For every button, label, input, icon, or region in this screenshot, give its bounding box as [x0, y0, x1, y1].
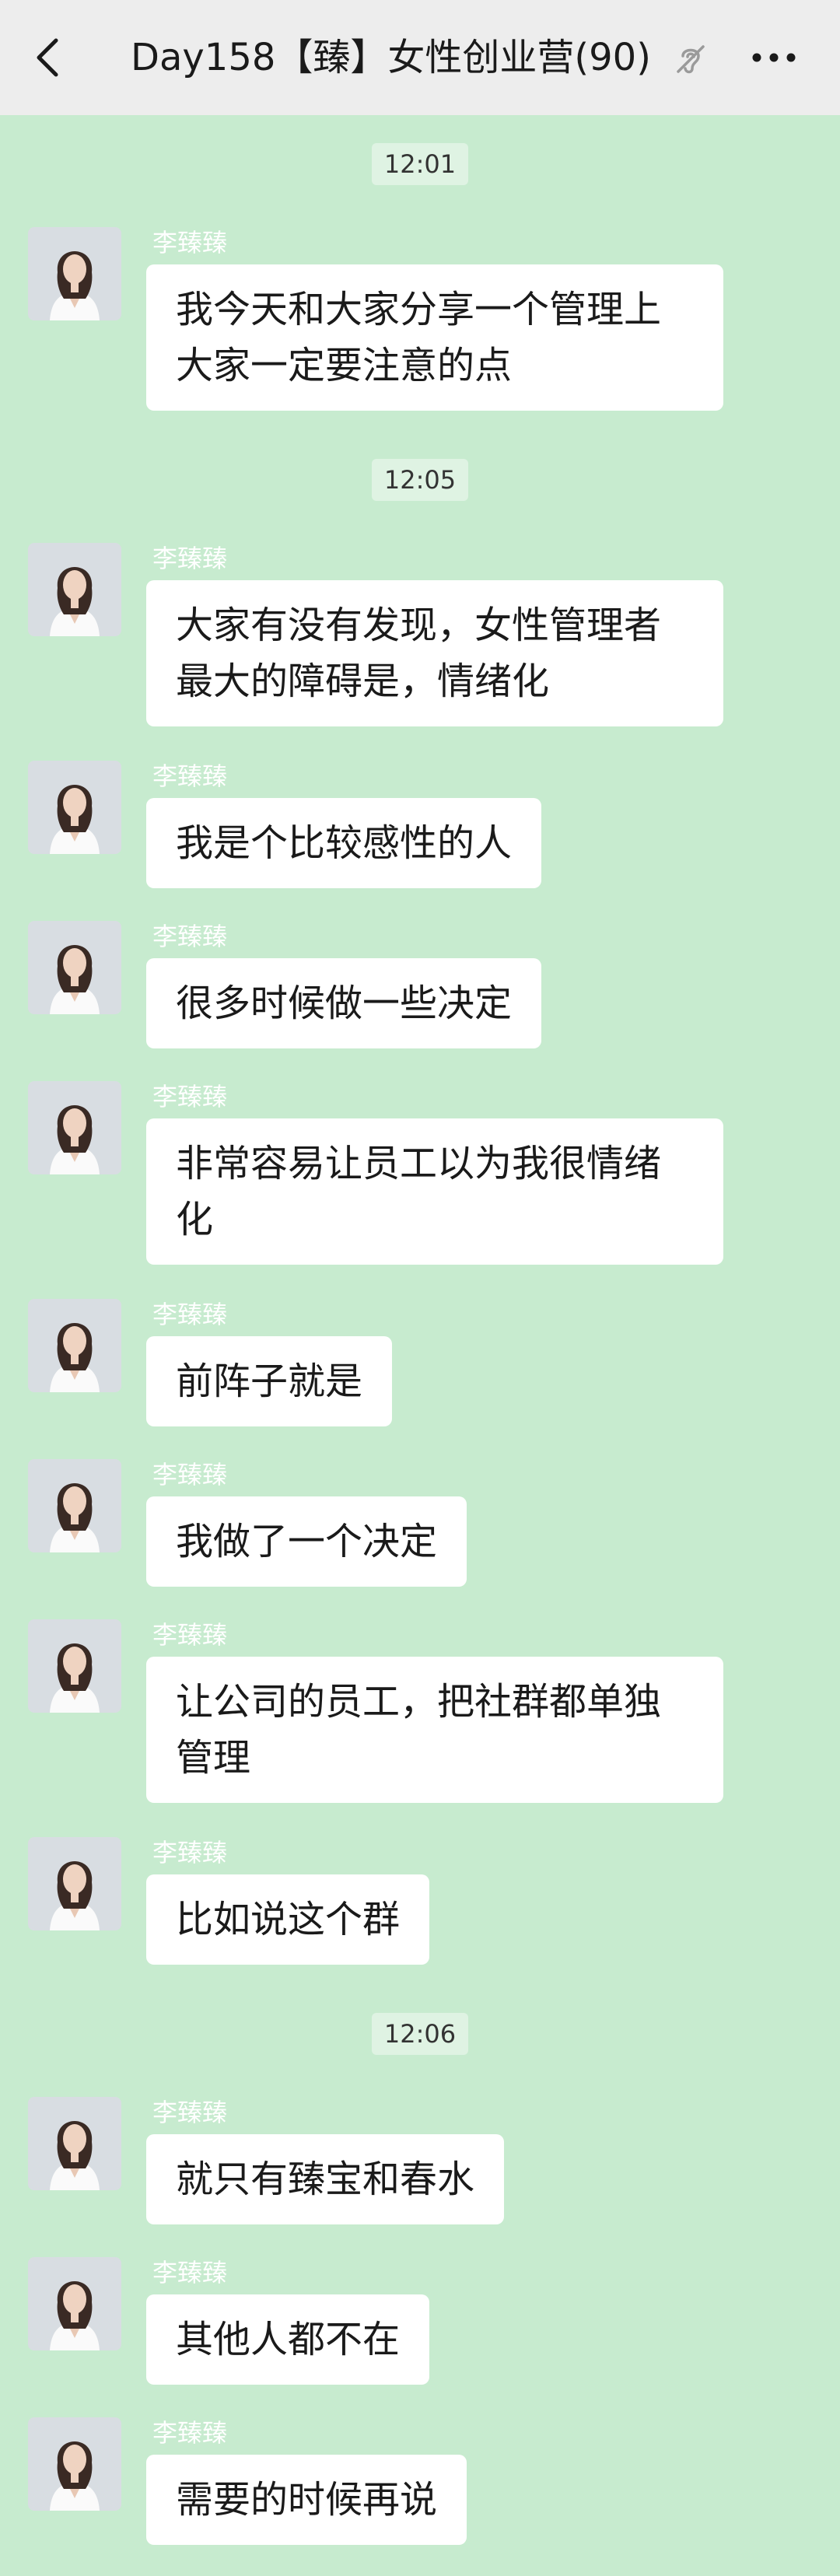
message-bubble[interactable]: 比如说这个群 — [146, 1874, 430, 1965]
sender-name: 李臻臻 — [152, 761, 228, 791]
avatar[interactable] — [28, 1299, 121, 1392]
message-bubble[interactable]: 让公司的员工，把社群都单独管理 — [146, 1657, 723, 1803]
sender-name: 李臻臻 — [152, 2098, 228, 2127]
message-bubble[interactable]: 就只有臻宝和春水 — [146, 2134, 505, 2224]
timestamp: 12:01 — [0, 143, 840, 185]
sender-name: 李臻臻 — [152, 1460, 228, 1489]
message-bubble[interactable]: 我做了一个决定 — [146, 1496, 467, 1587]
message-bubble[interactable]: 前阵子就是 — [146, 1336, 393, 1426]
message-bubble[interactable]: 大家有没有发现，女性管理者最大的障碍是，情绪化 — [146, 580, 723, 726]
sender-name: 李臻臻 — [152, 228, 228, 257]
timestamp: 12:06 — [0, 2013, 840, 2055]
sender-name: 李臻臻 — [152, 2258, 228, 2287]
avatar[interactable] — [28, 1459, 121, 1552]
sender-name: 李臻臻 — [152, 922, 228, 951]
back-button[interactable] — [17, 26, 79, 89]
sender-name: 李臻臻 — [152, 544, 228, 573]
chat-title: Day158【臻】女性创业营(90) — [131, 36, 651, 79]
message-bubble[interactable]: 其他人都不在 — [146, 2294, 430, 2385]
sender-name: 李臻臻 — [152, 2418, 228, 2448]
ear-muted-icon — [677, 45, 705, 74]
avatar[interactable] — [28, 1837, 121, 1930]
chevron-left-icon — [37, 38, 58, 77]
avatar[interactable] — [28, 761, 121, 854]
avatar[interactable] — [28, 2417, 121, 2511]
avatar[interactable] — [28, 921, 121, 1014]
timestamp: 12:05 — [0, 459, 840, 501]
sender-name: 李臻臻 — [152, 1300, 228, 1329]
avatar[interactable] — [28, 227, 121, 320]
sender-name: 李臻臻 — [152, 1620, 228, 1650]
more-button[interactable] — [739, 26, 809, 89]
message-bubble[interactable]: 我今天和大家分享一个管理上大家一定要注意的点 — [146, 264, 723, 411]
avatar[interactable] — [28, 1081, 121, 1174]
message-bubble[interactable]: 需要的时候再说 — [146, 2455, 467, 2545]
avatar[interactable] — [28, 2257, 121, 2350]
avatar[interactable] — [28, 1619, 121, 1713]
message-bubble[interactable]: 非常容易让员工以为我很情绪化 — [146, 1118, 723, 1265]
avatar[interactable] — [28, 543, 121, 636]
more-dots-icon — [752, 53, 796, 62]
chat-header: Day158【臻】女性创业营(90) — [0, 0, 840, 115]
message-bubble[interactable]: 我是个比较感性的人 — [146, 798, 542, 888]
message-bubble[interactable]: 很多时候做一些决定 — [146, 958, 542, 1048]
avatar[interactable] — [28, 2097, 121, 2190]
sender-name: 李臻臻 — [152, 1082, 228, 1111]
sender-name: 李臻臻 — [152, 1838, 228, 1867]
